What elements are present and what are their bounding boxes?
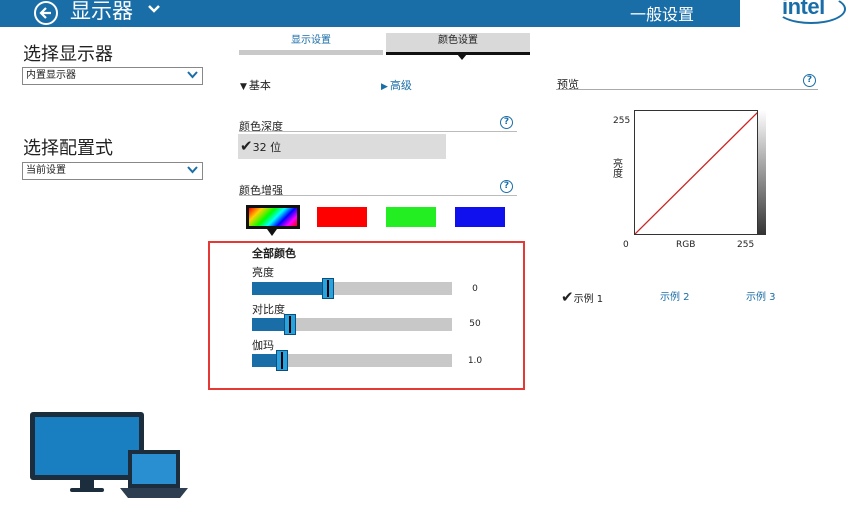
divider — [239, 131, 517, 132]
intel-logo-text: intel — [782, 0, 825, 19]
profile-dropdown-value: 当前设置 — [26, 165, 66, 176]
display-illustration — [30, 412, 188, 498]
help-icon[interactable]: ? — [500, 180, 513, 193]
example-3[interactable]: 示例 3 — [746, 288, 776, 303]
swatch-red[interactable] — [317, 207, 367, 227]
advanced-mode-link[interactable]: ▶ 高级 — [381, 77, 412, 93]
brightness-value: 0 — [472, 284, 478, 294]
profile-dropdown[interactable]: 当前设置 — [22, 162, 203, 180]
select-display-label: 选择显示器 — [23, 44, 113, 65]
display-dropdown-value: 内置显示器 — [26, 70, 76, 81]
triangle-right-icon: ▶ — [381, 82, 388, 92]
x-min-label: 0 — [623, 240, 629, 250]
chevron-down-icon — [187, 166, 198, 174]
arrow-left-icon — [39, 7, 51, 19]
gamma-label: 伽玛 — [252, 339, 274, 352]
brightness-thumb[interactable] — [322, 278, 334, 299]
display-dropdown[interactable]: 内置显示器 — [22, 67, 203, 85]
back-button[interactable] — [34, 1, 58, 25]
chevron-down-icon[interactable] — [148, 4, 160, 14]
tab-display-settings[interactable]: 显示设置 — [239, 33, 383, 55]
gamma-curve — [635, 111, 759, 234]
x-max-label: 255 — [737, 240, 755, 250]
all-colors-title: 全部颜色 — [252, 247, 296, 260]
triangle-down-icon: ▼ — [240, 82, 247, 92]
page-title[interactable]: 显示器 — [70, 0, 133, 25]
header-bar: 显示器 一般设置 intel — [0, 0, 848, 27]
swatch-selected-pointer — [267, 229, 277, 236]
x-axis-label: RGB — [676, 240, 696, 250]
contrast-label: 对比度 — [252, 303, 285, 316]
example-1[interactable]: ✔示例 1 — [561, 288, 603, 306]
brightness-slider[interactable] — [252, 278, 452, 299]
y-max-label: 255 — [613, 116, 631, 126]
color-depth-field[interactable]: ✔32 位 — [238, 134, 446, 159]
gamma-curve-graph — [634, 110, 766, 235]
color-depth-value: 32 位 — [252, 141, 282, 154]
advanced-mode-label: 高级 — [389, 79, 412, 92]
basic-mode-label: 基本 — [248, 79, 271, 92]
contrast-slider[interactable] — [252, 314, 452, 335]
divider — [239, 195, 517, 196]
checkmark-icon: ✔ — [240, 137, 253, 155]
brightness-label: 亮度 — [252, 266, 274, 279]
contrast-thumb[interactable] — [284, 314, 296, 335]
chevron-down-icon — [187, 71, 198, 79]
select-profile-label: 选择配置式 — [23, 138, 113, 159]
checkmark-icon: ✔ — [561, 288, 574, 306]
active-tab-pointer — [457, 54, 467, 60]
general-settings-title[interactable]: 一般设置 — [630, 1, 694, 25]
divider — [556, 89, 818, 90]
contrast-value: 50 — [469, 319, 481, 329]
gamma-slider[interactable] — [252, 350, 452, 371]
help-icon[interactable]: ? — [803, 74, 816, 87]
swatch-green[interactable] — [386, 207, 436, 227]
example-1-label: 示例 1 — [573, 294, 604, 305]
brightness-fill — [252, 282, 328, 295]
y-axis-label: 亮度 — [613, 159, 623, 180]
swatch-blue[interactable] — [455, 207, 505, 227]
example-2[interactable]: 示例 2 — [660, 288, 690, 303]
basic-mode-toggle[interactable]: ▼ 基本 — [240, 77, 271, 93]
gray-ramp — [757, 110, 766, 235]
help-icon[interactable]: ? — [500, 116, 513, 129]
gamma-thumb[interactable] — [276, 350, 288, 371]
gamma-value: 1.0 — [467, 356, 483, 366]
tab-color-settings[interactable]: 颜色设置 — [386, 33, 530, 55]
intel-logo: intel — [740, 0, 848, 27]
swatch-all-colors[interactable] — [246, 205, 300, 229]
